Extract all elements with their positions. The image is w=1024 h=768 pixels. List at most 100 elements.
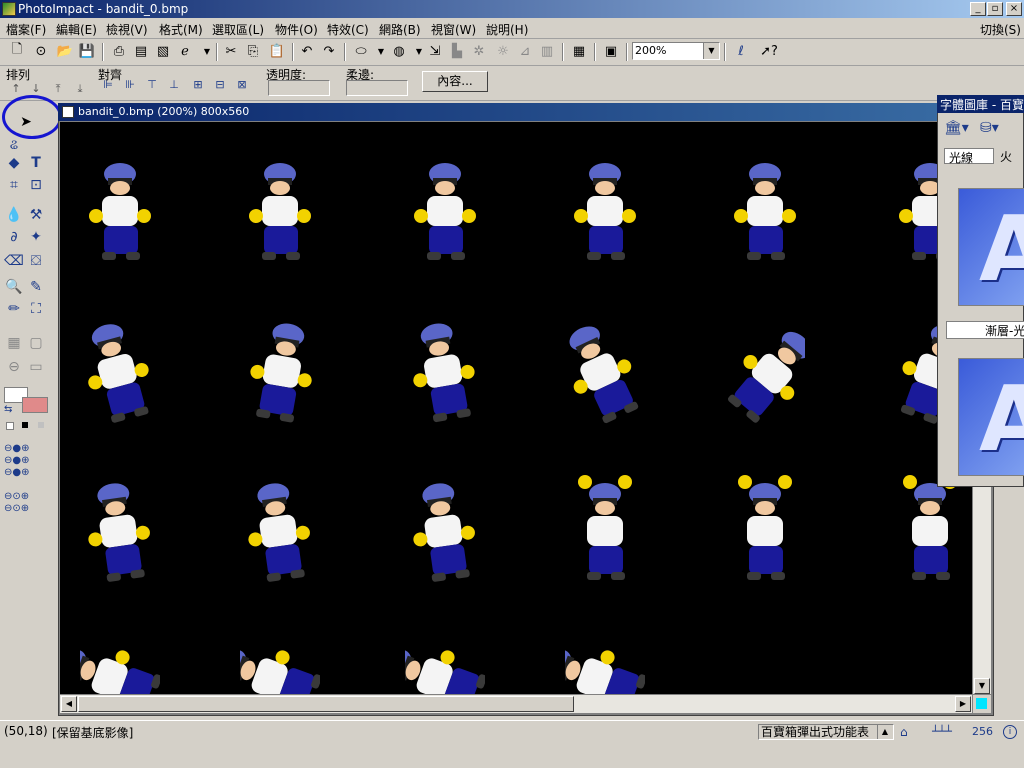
app-icon[interactable] [2,2,16,16]
magic-wand-icon[interactable]: ⚒ [26,205,46,225]
tab-fire[interactable]: 火 [996,148,1024,164]
bucket-tool-icon[interactable]: ⛋ [26,251,46,271]
align-bottom-icon[interactable]: ⊥ [166,78,182,92]
link-tool-icon[interactable]: ⊖ [4,357,24,377]
minimize-button[interactable]: _ [970,2,986,16]
save-icon[interactable]: 💾 [78,42,96,60]
panel-toggle-group-1[interactable]: ⊖●⊕ ⊖●⊕ ⊖●⊕ [4,443,46,481]
eraser-tool-icon[interactable]: ⌫ [4,251,24,271]
shape-tool-icon[interactable]: ◆ [4,153,24,173]
eyedropper-icon[interactable]: ✎ [26,277,46,297]
info-icon[interactable]: i [1003,725,1017,739]
open-folder-icon[interactable]: 📂 [56,42,74,60]
easypalette-field[interactable]: 百寶箱彈出式功能表 ▲ [758,724,894,740]
save-library-icon[interactable]: ⛁▾ [980,120,999,136]
zoom-tool-icon[interactable]: 🔍 [4,277,24,297]
distribute-v-icon[interactable]: ⊟ [212,78,228,92]
menu-file[interactable]: 檔案(F) [6,21,46,38]
brush-icon[interactable]: ◍ [390,42,408,60]
print-preview-icon[interactable]: ▤ [132,42,150,60]
text-tool-icon[interactable]: T [26,153,46,173]
chevron-up-icon[interactable]: ▲ [877,725,892,739]
library-title-bar[interactable]: 字體圖庫 - 百寶 [937,95,1024,113]
black-swatch[interactable] [22,422,28,428]
panel-toggle-group-2[interactable]: ⊖⊙⊕ ⊖⊙⊕ [4,491,46,517]
lasso-tool-icon[interactable]: ଌ [4,135,24,155]
levels-icon[interactable]: ▥ [538,42,556,60]
menu-switch[interactable]: 切換(S) [980,21,1021,38]
crop-tool-icon[interactable]: ⌗ [4,175,24,195]
horizontal-scrollbar[interactable]: ◀ ▶ [60,695,972,713]
navigator-icon[interactable] [976,698,987,709]
align-left-icon[interactable]: ⊫ [100,78,116,92]
undo-icon[interactable]: ↶ [298,42,316,60]
chevron-down-icon[interactable]: ▼ [703,43,719,59]
document-title-bar[interactable]: bandit_0.bmp (200%) 800x560 [58,103,994,121]
gear-icon[interactable]: ✲ [470,42,488,60]
bring-front-icon[interactable]: ↑ [8,82,24,96]
menu-selection[interactable]: 選取區(L) [212,21,264,38]
content-button[interactable]: 內容... [422,71,488,92]
clone-tool-icon[interactable]: ∂ [4,227,24,247]
home-icon[interactable]: ⌂ [900,725,908,739]
bring-top-icon[interactable]: ⤒ [50,82,66,96]
tab-light[interactable]: 光線 [944,148,994,165]
grid-tool-icon[interactable]: ▦ [4,333,24,353]
menu-format[interactable]: 格式(M) [159,21,203,38]
extract-icon[interactable]: ▙ [448,42,466,60]
chevron-down-icon[interactable]: ▼ [198,42,216,60]
cut-icon[interactable]: ✂ [222,42,240,60]
layer-manager-icon[interactable]: ▣ [602,42,620,60]
copy-icon[interactable]: ⎘ [244,42,262,60]
curve-icon[interactable]: ⊿ [516,42,534,60]
brightness-icon[interactable]: ☼ [494,42,512,60]
gray-swatch[interactable] [38,422,44,428]
scroll-down-button[interactable]: ▼ [974,678,990,694]
distribute-center-icon[interactable]: ⊠ [234,78,250,92]
easypalette-icon[interactable]: ▦ [570,42,588,60]
transparency-spinner[interactable] [268,80,330,96]
zoom-select[interactable]: 200% ▼ [632,42,720,60]
menu-view[interactable]: 檢視(V) [106,21,148,38]
stamp-icon[interactable]: ⬭ [352,42,370,60]
new-web-icon[interactable]: ⊙ [32,42,50,60]
chevron-down-icon[interactable]: ▼ [372,42,390,60]
swap-colors-icon[interactable]: ⇆ [4,404,12,415]
library-tile[interactable]: A [958,188,1024,306]
document-icon[interactable] [62,106,74,118]
print-icon[interactable]: ⎙ [110,42,128,60]
align-top-icon[interactable]: ⊤ [144,78,160,92]
frame-tool-icon[interactable]: ▢ [26,333,46,353]
menu-web[interactable]: 網路(B) [379,21,421,38]
menu-object[interactable]: 物件(O) [275,21,318,38]
help-pointer-icon[interactable]: ➚? [760,42,778,60]
background-color-swatch[interactable] [22,397,48,413]
ruler-tool-icon[interactable]: ▭ [26,357,46,377]
scan-icon[interactable]: ▧ [154,42,172,60]
send-bottom-icon[interactable]: ⤓ [72,82,88,96]
path-tool-icon[interactable]: ⛶ [26,299,46,319]
web-icon[interactable]: ℓ [732,42,750,60]
scroll-left-button[interactable]: ◀ [61,696,77,712]
ie-icon[interactable]: ℯ [176,42,194,60]
library-icon[interactable]: 🏛▾ [944,120,969,136]
white-swatch[interactable] [6,422,14,430]
distribute-h-icon[interactable]: ⊞ [190,78,206,92]
menu-help[interactable]: 說明(H) [486,21,528,38]
paint-tool-icon[interactable]: ✏ [4,299,24,319]
redo-icon[interactable]: ↷ [320,42,338,60]
softedge-spinner[interactable] [346,80,408,96]
paste-icon[interactable]: 📋 [268,42,286,60]
image-canvas[interactable] [60,122,972,694]
new-file-icon[interactable]: 🗋 [8,42,26,60]
menu-window[interactable]: 視窗(W) [431,21,476,38]
maximize-button[interactable]: ▫ [987,2,1003,16]
transform-tool-icon[interactable]: ⊡ [26,175,46,195]
send-back-icon[interactable]: ↓ [28,82,44,96]
menu-effect[interactable]: 特效(C) [327,21,369,38]
menu-edit[interactable]: 編輯(E) [56,21,97,38]
fill-tool-icon[interactable]: 💧 [4,205,24,225]
align-center-icon[interactable]: ⊪ [122,78,138,92]
wand-tool-icon[interactable]: ✦ [26,227,46,247]
library-tile[interactable]: A [958,358,1024,476]
